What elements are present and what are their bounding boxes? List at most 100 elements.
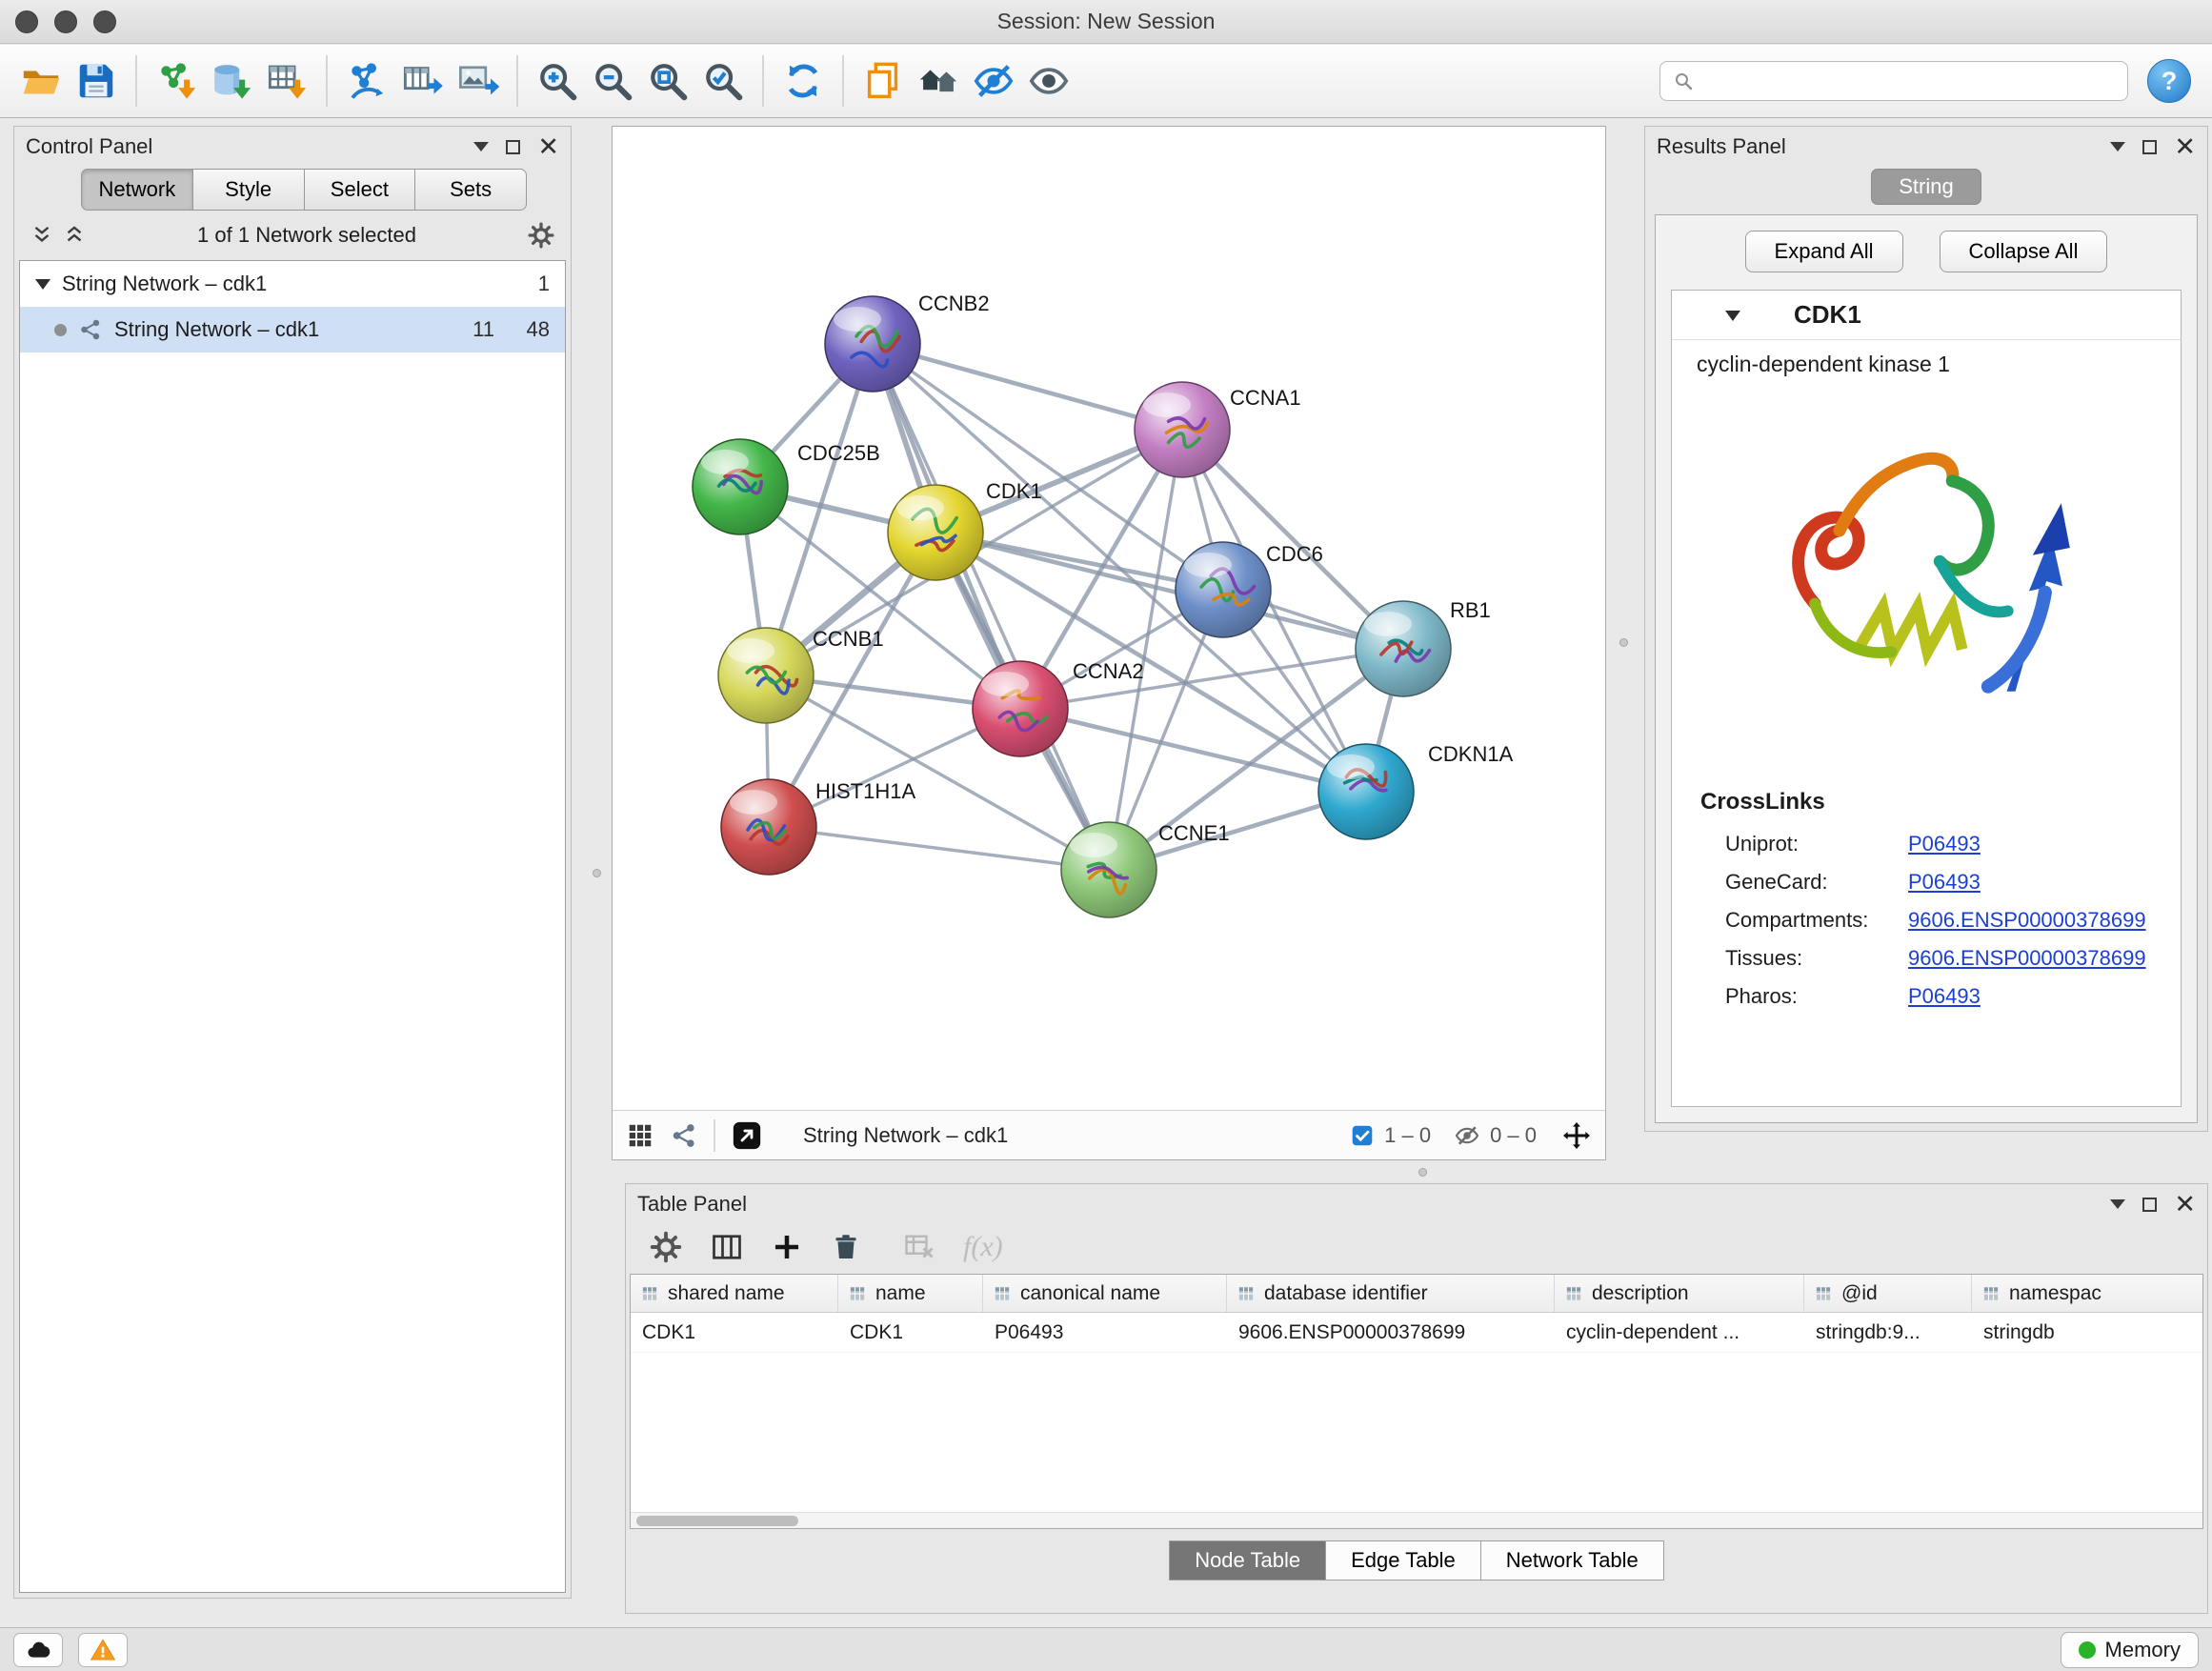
grid-overview-icon	[626, 1121, 654, 1150]
panel-menu-icon[interactable]	[473, 142, 489, 159]
crosslink-link[interactable]: P06493	[1908, 832, 1981, 856]
tab-sets[interactable]: Sets	[415, 169, 527, 211]
show-columns-icon[interactable]	[710, 1230, 744, 1264]
panel-float-icon[interactable]	[2142, 140, 2157, 154]
import-table-file-button[interactable]	[262, 56, 312, 106]
delete-column-icon[interactable]	[830, 1231, 862, 1263]
expand-all-button[interactable]: Expand All	[1745, 231, 1903, 272]
crosslink-link[interactable]: P06493	[1908, 984, 1981, 1009]
table-cell[interactable]: P06493	[983, 1313, 1227, 1352]
hidden-items-icon[interactable]	[1454, 1122, 1480, 1149]
network-edge-CCNE1-HIST1H1A[interactable]	[769, 827, 1109, 870]
search-box[interactable]	[1659, 61, 2128, 101]
export-image-icon	[455, 59, 499, 103]
column-header-canonical-name[interactable]: canonical name	[983, 1275, 1227, 1312]
tab-network[interactable]: Network	[81, 169, 193, 211]
new-network-button[interactable]	[342, 56, 392, 106]
column-header-namespac[interactable]: namespac	[1972, 1275, 2203, 1312]
table-settings-gear-icon[interactable]	[649, 1230, 683, 1264]
table-cell[interactable]: cyclin-dependent ...	[1555, 1313, 1804, 1352]
column-header-name[interactable]: name	[838, 1275, 983, 1312]
crosslink-link[interactable]: 9606.ENSP00000378699	[1908, 946, 2146, 971]
network-glyph-icon[interactable]	[670, 1121, 698, 1150]
network-row[interactable]: String Network – cdk1 11 48	[20, 307, 565, 352]
pan-mode-icon[interactable]	[1561, 1120, 1592, 1151]
splitter-handle[interactable]	[1418, 1168, 1427, 1177]
node-highlight	[727, 638, 774, 663]
tab-string[interactable]: String	[1871, 169, 1981, 205]
cloud-sync-button[interactable]	[13, 1633, 63, 1667]
table-cell[interactable]: stringdb	[1972, 1313, 2203, 1352]
column-header--id[interactable]: @id	[1804, 1275, 1972, 1312]
column-header-shared-name[interactable]: shared name	[631, 1275, 838, 1312]
crosslink-link[interactable]: P06493	[1908, 870, 1981, 895]
network-node-count: 11	[451, 317, 494, 342]
tab-node-table[interactable]: Node Table	[1169, 1540, 1326, 1580]
hide-selected-button[interactable]	[969, 56, 1018, 106]
selection-count: 1 – 0	[1384, 1123, 1431, 1148]
export-image-button[interactable]	[452, 56, 502, 106]
splitter-handle[interactable]	[1619, 638, 1628, 647]
chevrons-up-icon	[62, 223, 87, 248]
open-external-icon[interactable]	[731, 1119, 763, 1152]
scrollbar-thumb[interactable]	[636, 1516, 798, 1526]
help-button[interactable]: ?	[2147, 59, 2191, 103]
show-all-button[interactable]	[1024, 56, 1074, 106]
table-row[interactable]: CDK1CDK1P064939606.ENSP00000378699cyclin…	[631, 1313, 2202, 1353]
open-session-button[interactable]	[16, 56, 66, 106]
table-cell[interactable]: 9606.ENSP00000378699	[1227, 1313, 1555, 1352]
table-cell[interactable]: stringdb:9...	[1804, 1313, 1972, 1352]
panel-close-icon[interactable]: ✕	[2174, 134, 2196, 160]
zoom-fit-button[interactable]	[643, 56, 693, 106]
collapse-entry-icon[interactable]	[1725, 311, 1740, 329]
zoom-out-button[interactable]	[588, 56, 637, 106]
warnings-button[interactable]	[78, 1633, 128, 1667]
zoom-selected-button[interactable]	[698, 56, 748, 106]
tab-select[interactable]: Select	[305, 169, 416, 211]
crosslink-link[interactable]: 9606.ENSP00000378699	[1908, 908, 2146, 933]
network-collection-row[interactable]: String Network – cdk1 1	[20, 261, 565, 307]
panel-close-icon[interactable]: ✕	[537, 134, 559, 160]
documents-button[interactable]	[858, 56, 908, 106]
search-input[interactable]	[1702, 69, 2116, 93]
network-canvas[interactable]: CCNB2CCNA1CDC25BCDK1CDC6RB1CCNB1CCNA2CDK…	[613, 127, 1605, 1110]
panel-float-icon[interactable]	[506, 140, 520, 154]
tab-edge-table[interactable]: Edge Table	[1326, 1540, 1481, 1580]
panel-float-icon[interactable]	[2142, 1198, 2157, 1212]
node-label-CDKN1A: CDKN1A	[1428, 742, 1514, 766]
column-header-icon	[1237, 1284, 1256, 1303]
memory-button[interactable]: Memory	[2061, 1632, 2199, 1668]
refresh-button[interactable]	[778, 56, 828, 106]
selected-items-icon[interactable]	[1350, 1123, 1375, 1148]
splitter-handle[interactable]	[593, 869, 601, 877]
homes-button[interactable]	[914, 56, 963, 106]
export-table-button[interactable]	[397, 56, 447, 106]
birdseye-view-icon[interactable]	[626, 1121, 654, 1150]
panel-menu-icon[interactable]	[2110, 1199, 2125, 1217]
panel-menu-icon[interactable]	[2110, 142, 2125, 159]
import-network-file-button[interactable]	[151, 56, 201, 106]
zoom-in-button[interactable]	[533, 56, 582, 106]
results-panel-header: Results Panel ✕	[1645, 127, 2207, 167]
column-header-database-identifier[interactable]: database identifier	[1227, 1275, 1555, 1312]
network-options-gear-icon[interactable]	[527, 221, 555, 250]
column-header-description[interactable]: description	[1555, 1275, 1804, 1312]
column-header-icon	[1981, 1284, 2001, 1303]
table-horizontal-scrollbar[interactable]	[631, 1512, 2202, 1528]
collapse-tree-icon[interactable]	[62, 223, 87, 248]
tab-network-table[interactable]: Network Table	[1481, 1540, 1664, 1580]
table-cell[interactable]: CDK1	[838, 1313, 983, 1352]
collapse-all-button[interactable]: Collapse All	[1940, 231, 2108, 272]
import-network-database-button[interactable]	[207, 56, 256, 106]
panel-close-icon[interactable]: ✕	[2174, 1192, 2196, 1218]
node-table: shared namenamecanonical namedatabase id…	[630, 1274, 2203, 1529]
save-session-button[interactable]	[71, 56, 121, 106]
tab-style[interactable]: Style	[193, 169, 305, 211]
table-cell[interactable]: CDK1	[631, 1313, 838, 1352]
add-column-icon[interactable]	[771, 1231, 803, 1263]
plus-icon	[771, 1231, 803, 1263]
network-edge-CCNA2-CDKN1A[interactable]	[1020, 709, 1366, 792]
expand-tree-icon[interactable]	[30, 223, 54, 248]
disclosure-triangle-icon[interactable]	[35, 279, 50, 297]
gene-entry-header[interactable]: CDK1	[1672, 291, 2181, 340]
